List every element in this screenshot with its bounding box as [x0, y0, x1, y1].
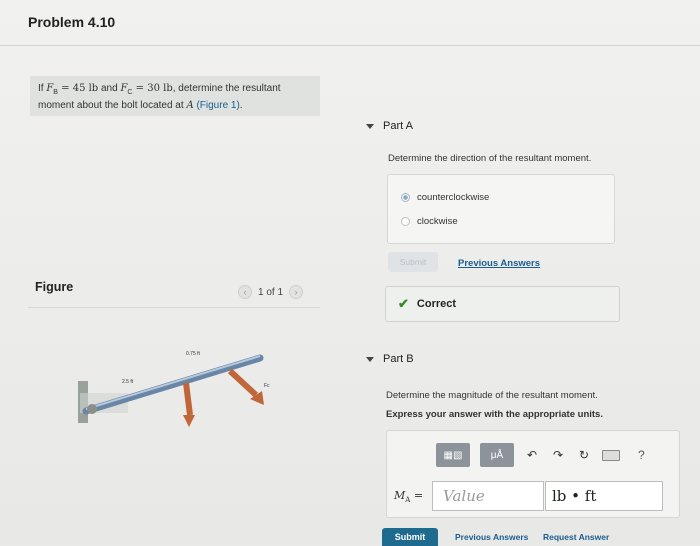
- part-a-title: Part A: [383, 120, 413, 132]
- dim-label-2: 2.5 ft: [122, 379, 134, 385]
- undo-icon[interactable]: ↶: [524, 448, 540, 462]
- part-a-submit-button[interactable]: Submit: [388, 252, 438, 272]
- reset-icon[interactable]: ↻: [576, 448, 592, 462]
- fc-value: = 30 lb: [132, 83, 173, 94]
- option-label: clockwise: [417, 216, 458, 227]
- chevron-left-icon[interactable]: ‹: [238, 285, 252, 299]
- ma-equals: =: [413, 489, 424, 502]
- help-icon[interactable]: ?: [638, 448, 645, 462]
- units-input[interactable]: lb • ft: [545, 481, 663, 511]
- statement-end: .: [239, 100, 243, 111]
- math-toolbar: ▦▧ μÅ ↶ ↷ ↻ ?: [436, 443, 645, 467]
- units-button[interactable]: μÅ: [480, 443, 514, 467]
- option-counterclockwise[interactable]: counterclockwise: [401, 192, 489, 203]
- part-a-previous-answers-link[interactable]: Previous Answers: [458, 258, 540, 269]
- option-clockwise[interactable]: clockwise: [401, 216, 458, 227]
- part-b-previous-answers-link[interactable]: Previous Answers: [455, 532, 528, 542]
- problem-title: Problem 4.10: [28, 14, 116, 30]
- figure-label: Figure: [35, 280, 74, 294]
- option-label: counterclockwise: [417, 192, 490, 203]
- pager-text: 1 of 1: [258, 286, 284, 298]
- keyboard-icon[interactable]: [602, 449, 620, 461]
- force-c-label: Fc: [264, 383, 270, 389]
- beam-rod: [82, 354, 264, 415]
- part-b-question: Determine the magnitude of the resultant…: [386, 390, 598, 401]
- force-b-arrow: [183, 382, 193, 416]
- part-b-instruction: Express your answer with the appropriate…: [386, 409, 603, 420]
- part-b-submit-button[interactable]: Submit: [382, 528, 438, 546]
- templates-icon[interactable]: ▦▧: [436, 443, 470, 467]
- correct-label: Correct: [416, 298, 457, 310]
- caret-down-icon: [366, 356, 374, 362]
- redo-icon[interactable]: ↷: [550, 448, 566, 462]
- chevron-right-icon[interactable]: ›: [289, 285, 304, 299]
- figure-pager: ‹ 1 of 1 ›: [238, 285, 304, 299]
- title-divider: [0, 45, 700, 46]
- caret-down-icon: [366, 123, 374, 129]
- beam-highlight: [85, 355, 261, 410]
- figure-link[interactable]: (Figure 1): [194, 100, 239, 111]
- ma-label: MA =: [394, 489, 423, 504]
- dim-label-1: 0.75 ft: [186, 351, 201, 357]
- correct-feedback: ✔ Correct: [385, 286, 620, 322]
- bolt-a-icon: [87, 404, 97, 414]
- checkmark-icon: ✔: [398, 296, 409, 311]
- point-a: A: [186, 100, 194, 111]
- figure-divider: [28, 307, 320, 308]
- beam-figure: 0.75 ft 2.5 ft Fc: [78, 351, 270, 427]
- radio-selected-icon[interactable]: [401, 193, 410, 202]
- statement-and: and: [98, 83, 121, 94]
- request-answer-link[interactable]: Request Answer: [543, 532, 609, 542]
- choice-box: counterclockwise clockwise: [387, 174, 615, 244]
- ma-symbol: M: [394, 489, 406, 502]
- part-a-question: Determine the direction of the resultant…: [388, 153, 592, 164]
- part-b-title: Part B: [383, 353, 414, 365]
- problem-statement: If FB = 45 lb and FC = 30 lb, determine …: [30, 76, 320, 116]
- page: Problem 4.10 If FB = 45 lb and FC = 30 l…: [0, 0, 700, 546]
- ma-subscript: A: [405, 496, 411, 505]
- fb-value: = 45 lb: [57, 83, 99, 94]
- value-input[interactable]: [432, 481, 544, 511]
- part-a-header[interactable]: Part A: [366, 120, 413, 132]
- part-b-header[interactable]: Part B: [366, 353, 414, 365]
- force-c-arrow: [227, 368, 259, 398]
- radio-empty-icon[interactable]: [401, 217, 410, 226]
- force-b-arrowhead: [183, 415, 195, 427]
